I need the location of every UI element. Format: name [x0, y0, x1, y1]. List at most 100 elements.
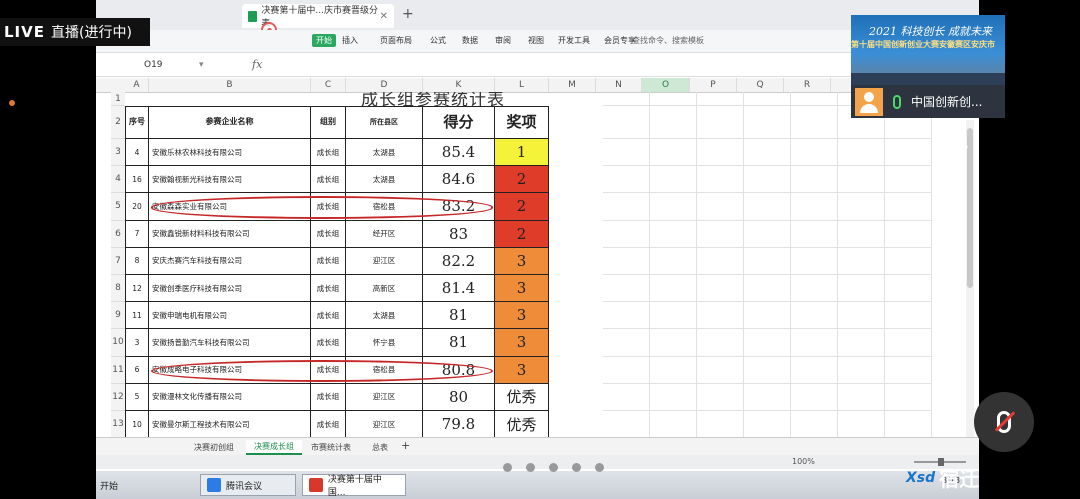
table-cell-award[interactable]: 2	[495, 193, 549, 221]
zoom-level[interactable]: 100%	[792, 457, 815, 466]
empty-cell[interactable]	[650, 275, 697, 303]
table-cell-award[interactable]: 3	[495, 302, 549, 330]
empty-cell[interactable]	[791, 411, 838, 439]
empty-cell[interactable]	[744, 411, 791, 439]
row-header[interactable]: 4	[111, 166, 125, 194]
table-cell-score[interactable]: 80	[423, 383, 495, 411]
row-header[interactable]: 6	[111, 220, 125, 248]
table-cell-no[interactable]: 20	[125, 193, 149, 221]
table-cell-award[interactable]: 3	[495, 329, 549, 357]
row-header[interactable]: 9	[111, 302, 125, 330]
table-cell-company[interactable]: 安徽翰视新光科技有限公司	[149, 166, 311, 194]
ribbon-view[interactable]: 视图	[528, 35, 544, 46]
table-cell-group[interactable]: 成长组	[311, 329, 346, 357]
table-cell-award[interactable]: 3	[495, 356, 549, 384]
table-cell-group[interactable]: 成长组	[311, 139, 346, 167]
name-box[interactable]: O19	[144, 60, 163, 70]
ribbon-insert[interactable]: 插入	[342, 35, 358, 46]
empty-cell[interactable]	[603, 139, 650, 167]
empty-cell[interactable]	[650, 329, 697, 357]
taskbar-app-meeting[interactable]: 腾讯会议	[200, 474, 296, 496]
column-header[interactable]: A	[125, 78, 149, 92]
empty-cell[interactable]	[885, 275, 932, 303]
column-header[interactable]: D	[346, 78, 423, 92]
empty-cell[interactable]	[791, 329, 838, 357]
empty-cell[interactable]	[697, 220, 744, 248]
table-cell-company[interactable]: 安徽创季医疗科技有限公司	[149, 275, 311, 303]
table-cell-no[interactable]: 10	[125, 411, 149, 439]
table-cell-county[interactable]: 太湖县	[346, 302, 423, 330]
empty-cell[interactable]	[791, 193, 838, 221]
table-cell-score[interactable]: 84.6	[423, 166, 495, 194]
table-cell-company[interactable]: 安徽扬普勤汽车科技有限公司	[149, 329, 311, 357]
empty-cell[interactable]	[791, 383, 838, 411]
empty-cell[interactable]	[744, 275, 791, 303]
empty-cell[interactable]	[603, 356, 650, 384]
empty-cell[interactable]	[885, 220, 932, 248]
column-header[interactable]: B	[149, 78, 311, 92]
empty-cell[interactable]	[885, 166, 932, 194]
row-header[interactable]: 11	[111, 356, 125, 384]
empty-cell[interactable]	[744, 106, 791, 139]
sheet-tab-active[interactable]: 决赛成长组	[246, 440, 302, 455]
empty-cell[interactable]	[744, 302, 791, 330]
empty-cell[interactable]	[838, 166, 885, 194]
empty-cell[interactable]	[838, 220, 885, 248]
empty-cell[interactable]	[603, 383, 650, 411]
vertical-scrollbar[interactable]	[966, 120, 974, 440]
empty-cell[interactable]	[744, 356, 791, 384]
empty-cell[interactable]	[650, 411, 697, 439]
empty-cell[interactable]	[885, 411, 932, 439]
page-dot[interactable]	[572, 463, 581, 472]
empty-cell[interactable]	[744, 166, 791, 194]
empty-cell[interactable]	[885, 356, 932, 384]
empty-cell[interactable]	[838, 139, 885, 167]
empty-cell[interactable]	[603, 247, 650, 275]
empty-cell[interactable]	[791, 275, 838, 303]
table-cell-county[interactable]: 太湖县	[346, 166, 423, 194]
empty-cell[interactable]	[838, 356, 885, 384]
empty-cell[interactable]	[791, 356, 838, 384]
column-header[interactable]: K	[423, 78, 495, 92]
column-header[interactable]: N	[596, 78, 642, 92]
empty-cell[interactable]	[650, 302, 697, 330]
add-sheet-icon[interactable]: +	[401, 439, 410, 452]
column-header[interactable]: L	[495, 78, 549, 92]
empty-cell[interactable]	[885, 247, 932, 275]
row-header[interactable]: 8	[111, 275, 125, 303]
table-cell-group[interactable]: 成长组	[311, 411, 346, 439]
table-cell-no[interactable]: 5	[125, 383, 149, 411]
row-header[interactable]: 12	[111, 383, 125, 411]
sheet-tab[interactable]: 市赛统计表	[311, 442, 351, 453]
table-cell-score[interactable]: 81	[423, 329, 495, 357]
empty-cell[interactable]	[603, 106, 650, 139]
new-tab-icon[interactable]: +	[402, 6, 414, 22]
table-cell-county[interactable]: 经开区	[346, 220, 423, 248]
ribbon-review[interactable]: 审阅	[495, 35, 511, 46]
column-header[interactable]: O	[642, 78, 690, 92]
row-header[interactable]: 5	[111, 193, 125, 221]
ribbon-page-layout[interactable]: 页面布局	[380, 35, 412, 46]
column-header[interactable]: C	[311, 78, 346, 92]
table-cell-group[interactable]: 成长组	[311, 247, 346, 275]
ribbon-formula[interactable]: 公式	[430, 35, 446, 46]
empty-cell[interactable]	[650, 166, 697, 194]
table-cell-no[interactable]: 8	[125, 247, 149, 275]
table-cell-county[interactable]: 高新区	[346, 275, 423, 303]
row-header[interactable]: 1	[111, 92, 125, 106]
table-cell-award[interactable]: 2	[495, 220, 549, 248]
empty-cell[interactable]	[603, 411, 650, 439]
empty-cell[interactable]	[650, 139, 697, 167]
table-cell-no[interactable]: 16	[125, 166, 149, 194]
row-header[interactable]: 7	[111, 247, 125, 275]
row-header[interactable]: 3	[111, 139, 125, 167]
empty-cell[interactable]	[838, 329, 885, 357]
empty-cell[interactable]	[885, 383, 932, 411]
empty-cell[interactable]	[744, 92, 791, 106]
video-panel[interactable]: 2021 科技创长 成就未来 第十届中国创新创业大赛安徽赛区安庆市 中国创新创.…	[851, 15, 1005, 118]
empty-cell[interactable]	[603, 329, 650, 357]
empty-cell[interactable]	[603, 92, 650, 106]
empty-cell[interactable]	[650, 247, 697, 275]
table-cell-company[interactable]: 安庆杰赛汽车科技有限公司	[149, 247, 311, 275]
empty-cell[interactable]	[650, 193, 697, 221]
